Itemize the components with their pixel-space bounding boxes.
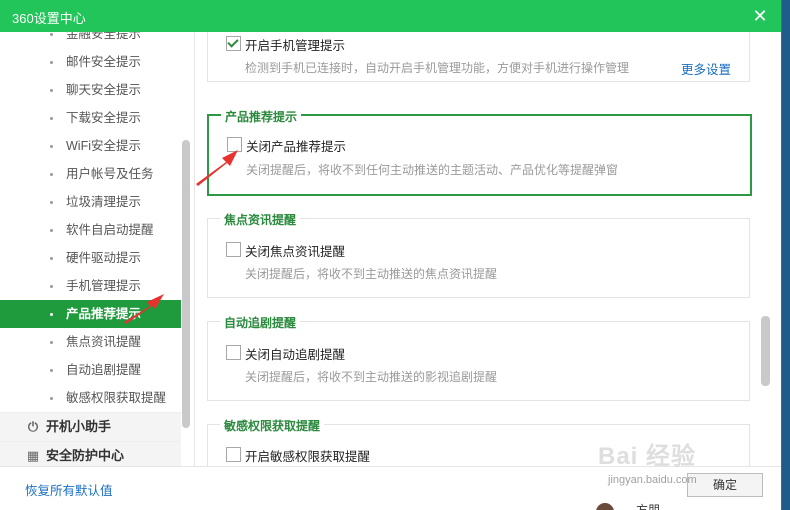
auto-drama-label: 关闭自动追剧提醒 [245,348,346,362]
bullet-icon [50,173,53,176]
sidebar-item-label: 自动追剧提醒 [66,363,142,377]
phone-management-label: 开启手机管理提示 [245,39,346,53]
ok-button[interactable]: 确定 [687,473,763,497]
bullet-icon [50,145,53,148]
sidebar-item-download[interactable]: 下载安全提示 [0,104,181,132]
avatar [596,503,614,510]
sidebar-item-label: 聊天安全提示 [66,83,142,97]
annotation-arrow-icon [124,294,164,324]
focus-news-desc: 关闭提醒后，将收不到主动推送的焦点资讯提醒 [245,267,498,281]
more-settings-link[interactable]: 更多设置 [681,59,731,78]
bullet-icon [50,397,53,400]
sidebar-item-finance[interactable]: 金融安全提示 [0,32,181,48]
bullet-icon [50,257,53,260]
sidebar-item-driver[interactable]: 硬件驱动提示 [0,244,181,272]
focus-news-checkbox[interactable] [226,242,241,257]
annotation-arrow-icon [196,150,238,186]
sidebar-item-label: 垃圾清理提示 [66,195,142,209]
sidebar-scrollbar[interactable] [182,140,190,428]
product-recommendation-desc: 关闭提醒后，将收不到任何主动推送的主题活动、产品优化等提醒弹窗 [246,163,619,177]
sidebar-item-label: 邮件安全提示 [66,55,142,69]
sidebar-item-wifi[interactable]: WiFi安全提示 [0,132,181,160]
shield-grid-icon: ▦ [26,448,40,463]
sidebar-list: 金融安全提示 邮件安全提示 聊天安全提示 下载安全提示 WiFi安全提示 用户帐… [0,32,181,466]
footer: 恢复所有默认值 确定 方朋 [0,466,781,510]
auto-drama-checkbox[interactable] [226,345,241,360]
sidebar-group-label: 开机小助手 [46,419,112,434]
main-panel: 开启手机管理提示 检测到手机已连接时，自动开启手机管理功能，方便对手机进行操作管… [195,32,781,466]
section-focus-news: 焦点资讯提醒 关闭焦点资讯提醒 关闭提醒后，将收不到主动推送的焦点资讯提醒 [207,211,750,298]
bullet-icon [50,89,53,92]
section-title: 产品推荐提示 [221,108,302,125]
watermark-url: jingyan.baidu.com [608,474,697,486]
bullet-icon [50,201,53,204]
power-icon: ⏻ [27,419,39,434]
sensitive-permission-label: 开启敏感权限获取提醒 [245,450,371,464]
sidebar-group-label: 安全防护中心 [46,448,125,463]
sidebar-item-label: 下载安全提示 [66,111,142,125]
sidebar-item-label: 软件自启动提醒 [66,223,154,237]
sidebar-item-cleanup[interactable]: 垃圾清理提示 [0,188,181,216]
bullet-icon [50,313,53,316]
sidebar-group-boot-assistant[interactable]: ⏻ 开机小助手 [0,412,181,441]
section-title: 自动追剧提醒 [220,314,301,331]
main-scrollbar[interactable] [761,316,770,386]
focus-news-label: 关闭焦点资讯提醒 [245,245,346,259]
bullet-icon [50,229,53,232]
phone-management-checkbox[interactable] [226,36,241,51]
section-title: 敏感权限获取提醒 [220,417,325,434]
settings-window: 360设置中心 ✕ 金融安全提示 邮件安全提示 聊天安全提示 下载安全提示 Wi… [0,0,781,510]
phone-management-desc: 检测到手机已连接时，自动开启手机管理功能，方便对手机进行操作管理 [245,61,630,75]
sidebar: 金融安全提示 邮件安全提示 聊天安全提示 下载安全提示 WiFi安全提示 用户帐… [0,32,195,466]
sidebar-item-label: 敏感权限获取提醒 [66,391,167,405]
sidebar-item-label: 焦点资讯提醒 [66,335,142,349]
watermark-logo: Bai 经验 [598,443,697,470]
sidebar-item-permission[interactable]: 敏感权限获取提醒 [0,384,181,412]
sidebar-item-label: 用户帐号及任务 [66,167,154,181]
sidebar-item-email[interactable]: 邮件安全提示 [0,48,181,76]
sidebar-item-label: 金融安全提示 [66,32,142,41]
sidebar-item-account[interactable]: 用户帐号及任务 [0,160,181,188]
sidebar-item-label: 硬件驱动提示 [66,251,142,265]
sidebar-item-autostart[interactable]: 软件自启动提醒 [0,216,181,244]
product-recommendation-label: 关闭产品推荐提示 [246,140,347,154]
window-title: 360设置中心 [12,11,86,26]
sidebar-item-drama[interactable]: 自动追剧提醒 [0,356,181,384]
auto-drama-desc: 关闭提醒后，将收不到主动推送的影视追剧提醒 [245,370,498,384]
sensitive-permission-checkbox[interactable] [226,447,241,462]
bullet-icon [50,369,53,372]
close-button[interactable]: ✕ [749,5,771,27]
bullet-icon [50,285,53,288]
bullet-icon [50,341,53,344]
sidebar-item-label: WiFi安全提示 [66,139,141,153]
title-bar: 360设置中心 ✕ [0,0,781,32]
avatar-name: 方朋 [636,503,661,510]
sidebar-item-news[interactable]: 焦点资讯提醒 [0,328,181,356]
sidebar-group-security-center[interactable]: ▦ 安全防护中心 [0,441,181,466]
section-phone-management: 开启手机管理提示 检测到手机已连接时，自动开启手机管理功能，方便对手机进行操作管… [207,32,750,82]
section-product-recommendation: 产品推荐提示 关闭产品推荐提示 关闭提醒后，将收不到任何主动推送的主题活动、产品… [207,108,752,196]
sidebar-item-chat[interactable]: 聊天安全提示 [0,76,181,104]
bullet-icon [50,61,53,64]
bullet-icon [50,33,53,36]
section-title: 焦点资讯提醒 [220,211,301,228]
restore-defaults-link[interactable]: 恢复所有默认值 [25,480,113,499]
section-auto-drama: 自动追剧提醒 关闭自动追剧提醒 关闭提醒后，将收不到主动推送的影视追剧提醒 [207,314,750,401]
bullet-icon [50,117,53,120]
